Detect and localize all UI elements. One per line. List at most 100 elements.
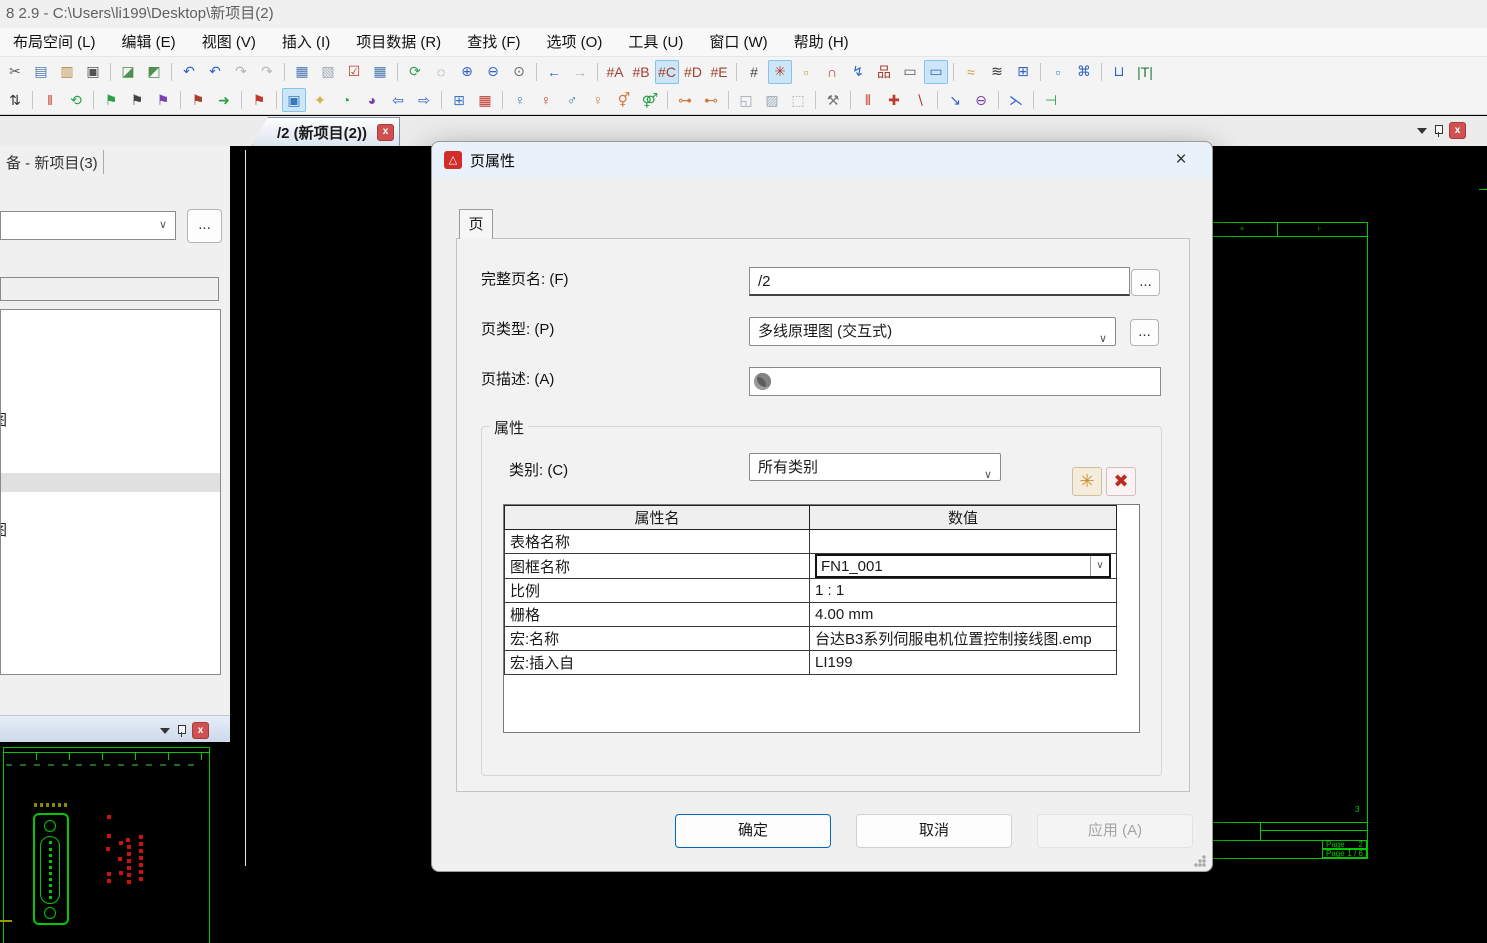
apply-button[interactable]: 应用 (A) [1037, 814, 1193, 848]
page-type-more-button[interactable]: ... [1130, 319, 1159, 346]
format-painter-2-icon[interactable]: ◩ [142, 60, 166, 84]
flag-stop-icon[interactable]: ⚑ [186, 88, 210, 112]
menu-item[interactable]: 编辑 (E) [109, 28, 189, 56]
property-row[interactable]: 表格名称 [505, 530, 1117, 554]
zoom-in-icon[interactable]: ⊕ [455, 60, 479, 84]
slash-icon[interactable]: ∖ [908, 88, 932, 112]
add-box-icon[interactable]: ⊞ [447, 88, 471, 112]
plug-icon[interactable]: ♂ [560, 88, 584, 112]
grid-b-icon[interactable]: #B [629, 60, 653, 84]
stamp-icon[interactable]: ⚒ [821, 88, 845, 112]
page-macro-icon[interactable]: ◕ [360, 88, 384, 112]
selected-row[interactable] [1, 473, 220, 492]
property-name-cell[interactable]: 表格名称 [505, 530, 810, 554]
menu-item[interactable]: 布局空间 (L) [0, 28, 109, 56]
property-row[interactable]: 宏:名称台达B3系列伺服电机位置控制接线图.emp [505, 627, 1117, 651]
undo-icon[interactable]: ↶ [177, 60, 201, 84]
panel-close-button[interactable]: x [1449, 122, 1466, 139]
graphical-preview[interactable] [0, 742, 230, 943]
forward-icon[interactable]: → [568, 60, 592, 84]
circle-tool-icon[interactable]: ⊖ [969, 88, 993, 112]
wave-icon[interactable]: ≈ [959, 60, 983, 84]
preview-dropdown-icon[interactable] [160, 728, 170, 734]
grid-toggle-icon[interactable]: # [742, 60, 766, 84]
check-page-icon[interactable]: ☑ [342, 60, 366, 84]
preview-close-button[interactable]: x [192, 722, 209, 739]
copy-icon[interactable]: ▤ [29, 60, 53, 84]
column-header-name[interactable]: 属性名 [505, 506, 810, 530]
potential-icon[interactable]: ⊶ [673, 88, 697, 112]
undo-list-icon[interactable]: ↶ [203, 60, 227, 84]
document-tab-close-button[interactable]: x [377, 124, 394, 141]
terminal-strip-icon[interactable]: ♀ [534, 88, 558, 112]
go-icon[interactable]: ➜ [212, 88, 236, 112]
magnet-icon[interactable]: ∩ [820, 60, 844, 84]
delete-selection-icon[interactable]: ▣ [81, 60, 105, 84]
ok-button[interactable]: 确定 [675, 814, 831, 848]
menu-item[interactable]: 视图 (V) [189, 28, 269, 56]
menu-item[interactable]: 选项 (O) [534, 28, 616, 56]
tree-item[interactable]: 图 [0, 409, 16, 427]
menu-item[interactable]: 工具 (U) [615, 28, 696, 56]
number-12-icon[interactable]: ⇅ [3, 88, 27, 112]
format-painter-icon[interactable]: ◪ [116, 60, 140, 84]
navigator-tree[interactable]: 图图 [0, 309, 221, 675]
tree-icon[interactable]: 品 [872, 60, 896, 84]
copy-page-icon[interactable]: ▣ [282, 88, 306, 112]
dialog-titlebar[interactable]: △ 页属性 × [432, 142, 1212, 178]
menu-item[interactable]: 项目数据 (R) [343, 28, 454, 56]
busbar-icon[interactable]: ⫴ [856, 88, 880, 112]
paste-icon[interactable]: ▥ [55, 60, 79, 84]
category-select[interactable]: 所有类别 ∨ [749, 453, 1001, 481]
page-description-input[interactable] [749, 367, 1161, 396]
refresh-icon[interactable]: ⟳ [403, 60, 427, 84]
grid-c-icon[interactable]: #C [655, 60, 679, 84]
panel-dropdown-icon[interactable] [1417, 128, 1427, 134]
tree-item[interactable]: 图 [0, 519, 16, 537]
property-value-cell[interactable]: FN1_001∨ [810, 554, 1117, 579]
property-row[interactable]: 宏:插入自LI199 [505, 651, 1117, 675]
value-edit-box[interactable]: FN1_001∨ [815, 554, 1111, 578]
property-row[interactable]: 栅格4.00 mm [505, 603, 1117, 627]
pin-icon[interactable]: ⚤ [638, 88, 662, 112]
device-icon[interactable]: ♀ [586, 88, 610, 112]
property-row[interactable]: 比例1 : 1 [505, 579, 1117, 603]
new-page-icon[interactable]: ✦ [308, 88, 332, 112]
filter-more-button[interactable]: ... [187, 209, 222, 243]
cancel-button[interactable]: 取消 [856, 814, 1012, 848]
table-settings-icon[interactable]: ▦ [473, 88, 497, 112]
page-export-icon[interactable]: ⇨ [412, 88, 436, 112]
zoom-out-icon[interactable]: ⊖ [481, 60, 505, 84]
cross-icon[interactable]: ✚ [882, 88, 906, 112]
property-name-cell[interactable]: 栅格 [505, 603, 810, 627]
box-icon[interactable]: ▫ [1046, 60, 1070, 84]
property-value-cell[interactable]: 1 : 1 [810, 579, 1117, 603]
property-name-cell[interactable]: 比例 [505, 579, 810, 603]
new-property-button[interactable]: ✳ [1072, 467, 1102, 496]
redo-list-icon[interactable]: ↷ [255, 60, 279, 84]
resize-grip[interactable] [1194, 855, 1206, 867]
page-type-select[interactable]: 多线原理图 (交互式) ∨ [749, 317, 1116, 346]
mesh-icon[interactable]: ⊞ [1011, 60, 1035, 84]
filter-combobox[interactable]: ∨ [0, 211, 176, 240]
text-icon[interactable]: |T| [1133, 60, 1157, 84]
columns-icon[interactable]: ‖ [38, 88, 62, 112]
flag-gear-icon[interactable]: ⚑ [125, 88, 149, 112]
delete-property-button[interactable]: ✖ [1106, 467, 1136, 496]
dialog-tab-page[interactable]: 页 [459, 209, 493, 239]
panel-pin-icon[interactable] [1433, 124, 1443, 138]
snap-grid-icon[interactable]: ✳ [768, 60, 792, 84]
menu-item[interactable]: 窗口 (W) [696, 28, 780, 56]
cart-icon[interactable]: ⊔ [1107, 60, 1131, 84]
zoom-100-icon[interactable]: ⊙ [507, 60, 531, 84]
property-row[interactable]: 图框名称FN1_001∨ [505, 554, 1117, 579]
page-open-icon[interactable]: ◔ [334, 88, 358, 112]
grid-d-icon[interactable]: #D [681, 60, 705, 84]
bend-icon[interactable]: ⋋ [1004, 88, 1028, 112]
flag-jump-icon[interactable]: ⚑ [151, 88, 175, 112]
measure-icon[interactable]: ▭ [924, 60, 948, 84]
ruler-128-icon[interactable]: ▭ [898, 60, 922, 84]
page-import-icon[interactable]: ⇦ [386, 88, 410, 112]
cut-icon[interactable]: ✂ [3, 60, 27, 84]
transform-icon[interactable]: ⌘ [1072, 60, 1096, 84]
